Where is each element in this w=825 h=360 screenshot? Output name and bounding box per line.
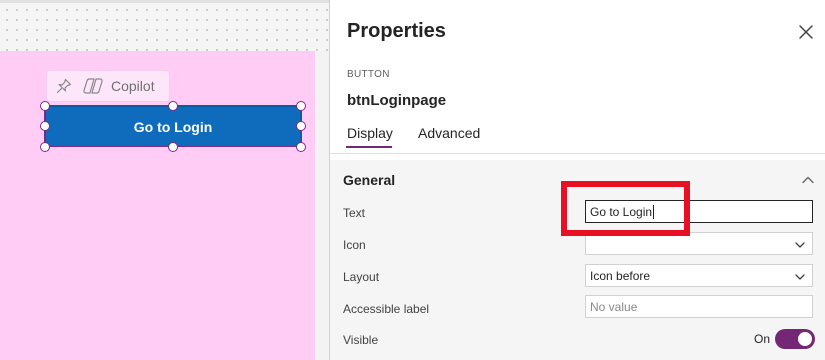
properties-pane: Properties BUTTON btnLoginpage Display A… <box>329 0 825 360</box>
toggle-knob <box>798 332 812 346</box>
text-property-input[interactable]: Go to Login <box>585 200 813 223</box>
text-property-label: Text <box>343 206 366 220</box>
canvas-dot-grid <box>0 3 329 51</box>
general-group <box>330 160 825 360</box>
visible-property-label: Visible <box>343 333 379 347</box>
close-icon <box>799 25 813 39</box>
chevron-down-icon <box>795 274 805 280</box>
control-type-label: BUTTON <box>347 69 390 80</box>
resize-handle-bottom-left[interactable] <box>40 142 50 152</box>
resize-handle-top-center[interactable] <box>168 101 178 111</box>
accessible-label-placeholder: No value <box>590 299 638 314</box>
tabs-divider <box>330 153 825 154</box>
copilot-label: Copilot <box>111 78 155 94</box>
resize-handle-bottom-right[interactable] <box>296 142 306 152</box>
accessible-label-input[interactable]: No value <box>585 295 813 318</box>
visible-toggle[interactable] <box>775 329 815 349</box>
app-canvas[interactable]: Copilot Go to Login <box>0 0 329 360</box>
resize-handle-middle-right[interactable] <box>296 121 306 131</box>
accessible-label-property-label: Accessible label <box>343 302 430 316</box>
visible-toggle-state: On <box>754 332 771 346</box>
chevron-down-icon <box>795 242 805 248</box>
resize-handle-top-right[interactable] <box>296 101 306 111</box>
pin-icon[interactable] <box>55 77 73 95</box>
copilot-icon <box>83 77 103 95</box>
go-to-login-button[interactable]: Go to Login <box>45 106 301 147</box>
text-property-value: Go to Login <box>590 204 653 219</box>
resize-handle-middle-left[interactable] <box>40 121 50 131</box>
icon-property-dropdown[interactable] <box>585 232 813 255</box>
control-toolbar: Copilot <box>46 70 170 102</box>
text-caret <box>653 204 655 219</box>
chevron-up-icon <box>802 176 814 184</box>
resize-handle-top-left[interactable] <box>40 101 50 111</box>
canvas-gutter <box>315 51 329 360</box>
selected-tab-indicator <box>346 146 392 148</box>
control-name[interactable]: btnLoginpage <box>347 92 446 109</box>
close-pane-button[interactable] <box>796 22 816 42</box>
group-title-general: General <box>343 172 396 188</box>
layout-property-label: Layout <box>343 270 380 284</box>
tab-advanced[interactable]: Advanced <box>418 125 480 141</box>
layout-property-value: Icon before <box>590 268 651 283</box>
collapse-general-button[interactable] <box>800 172 816 188</box>
icon-property-label: Icon <box>343 238 366 252</box>
tab-display[interactable]: Display <box>347 125 393 141</box>
layout-property-dropdown[interactable]: Icon before <box>585 264 813 287</box>
resize-handle-bottom-center[interactable] <box>168 142 178 152</box>
pane-title: Properties <box>347 20 446 42</box>
copilot-button[interactable]: Copilot <box>83 77 155 95</box>
